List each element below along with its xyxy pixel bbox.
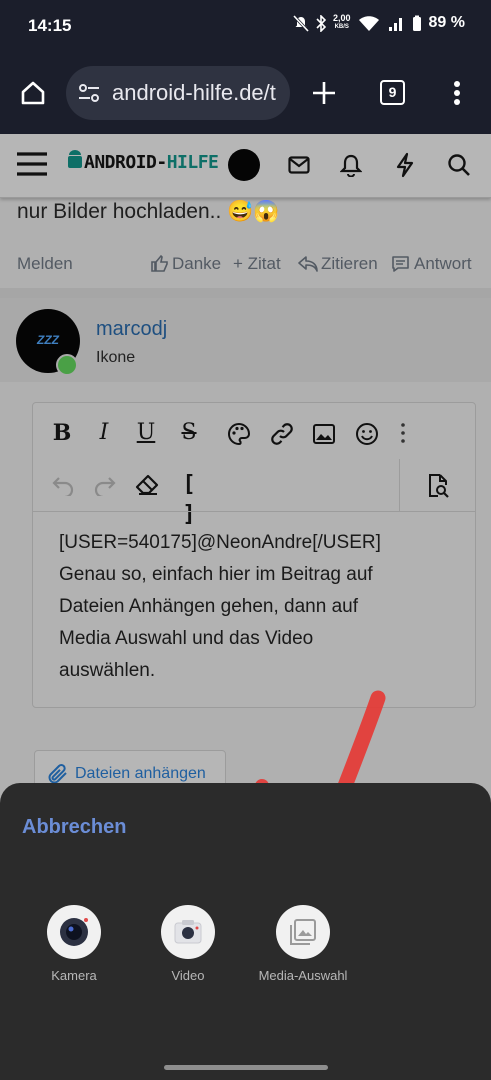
reply-icon[interactable] bbox=[391, 255, 410, 273]
avatar-text: ZZZ bbox=[37, 333, 59, 347]
link-icon[interactable] bbox=[270, 422, 294, 446]
hamburger-menu-icon[interactable] bbox=[17, 152, 47, 176]
gesture-navigation-handle[interactable] bbox=[164, 1065, 328, 1070]
editor-toolbar-row-1: B I U S bbox=[33, 403, 475, 457]
post-actions: Melden Danke + Zitat Zitieren Antwort bbox=[0, 254, 491, 276]
tab-switcher-button[interactable]: 9 bbox=[380, 80, 405, 105]
site-logo[interactable]: ANDROID-HILFE bbox=[84, 152, 219, 173]
net-speed: 2,00 KB/S bbox=[333, 14, 351, 32]
notifications-bell-icon[interactable] bbox=[340, 153, 362, 177]
url-text: android-hilfe.de/t bbox=[112, 80, 276, 105]
post-text: nur Bilder hochladen.. 😅😱 bbox=[17, 200, 280, 223]
net-speed-value: 2,00 bbox=[333, 13, 351, 23]
editor-line: Genau so, einfach hier im Beitrag auf bbox=[59, 564, 373, 585]
editor-text-area[interactable]: [USER=540175]@NeonAndre[/USER] Genau so,… bbox=[59, 527, 459, 687]
color-palette-icon[interactable] bbox=[227, 422, 251, 446]
android-logo-icon bbox=[68, 150, 82, 168]
cancel-button[interactable]: Abbrechen bbox=[22, 813, 126, 842]
battery-icon bbox=[412, 15, 421, 31]
header-avatar[interactable] bbox=[228, 149, 260, 181]
report-link[interactable]: Melden bbox=[17, 254, 73, 274]
reply-button[interactable]: Antwort bbox=[414, 254, 472, 274]
code-brackets-button[interactable]: [ ] bbox=[174, 470, 204, 527]
divider bbox=[0, 288, 491, 298]
undo-icon[interactable] bbox=[51, 474, 75, 496]
redo-icon[interactable] bbox=[93, 474, 117, 496]
file-source-bottom-sheet: Abbrechen Kamera Video Media-Auswahl bbox=[0, 783, 491, 1080]
camera-label: Kamera bbox=[51, 968, 97, 983]
preview-toggle[interactable] bbox=[399, 459, 475, 511]
attach-files-label: Dateien anhängen bbox=[75, 765, 206, 782]
site-settings-icon[interactable] bbox=[78, 83, 100, 103]
bold-button[interactable]: B bbox=[47, 418, 77, 448]
video-option[interactable]: Video bbox=[133, 905, 243, 983]
wifi-icon bbox=[358, 15, 379, 31]
editor-line: Dateien Anhängen gehen, dann auf bbox=[59, 596, 358, 617]
search-icon[interactable] bbox=[447, 153, 471, 177]
editor-line: [USER=540175]@NeonAndre[/USER] bbox=[59, 532, 381, 553]
online-status-icon bbox=[56, 354, 78, 376]
media-picker-label: Media-Auswahl bbox=[258, 968, 348, 983]
site-header: ANDROID-HILFE bbox=[0, 134, 491, 198]
message-editor: B I U S [ ] [USER=540175]@NeonAndre[/USE… bbox=[32, 402, 476, 708]
reply-user-block: ZZZ marcodj Ikone bbox=[0, 298, 491, 382]
video-label: Video bbox=[171, 968, 205, 983]
more-options-icon[interactable] bbox=[401, 423, 405, 443]
net-speed-unit: KB/S bbox=[334, 24, 349, 30]
camera-option[interactable]: Kamera bbox=[19, 905, 129, 983]
user-role: Ikone bbox=[96, 349, 136, 366]
lightning-icon[interactable] bbox=[395, 152, 415, 178]
logo-text-right: HILFE bbox=[166, 152, 219, 173]
url-bar[interactable]: android-hilfe.de/t bbox=[66, 66, 290, 120]
mute-notifications-icon bbox=[293, 14, 309, 32]
editor-line: auswählen. bbox=[59, 660, 156, 681]
status-icons: 2,00 KB/S 89 % bbox=[293, 14, 465, 32]
multi-quote-button[interactable]: + Zitat bbox=[233, 254, 281, 274]
quote-button[interactable]: Zitieren bbox=[321, 254, 378, 274]
logo-text-left: ANDROID- bbox=[84, 152, 167, 173]
strikethrough-button[interactable]: S bbox=[174, 418, 204, 448]
image-icon[interactable] bbox=[312, 423, 336, 445]
media-picker-option[interactable]: Media-Auswahl bbox=[248, 905, 358, 983]
eraser-icon[interactable] bbox=[135, 474, 159, 496]
status-bar: 14:15 2,00 KB/S 89 % bbox=[0, 0, 491, 52]
more-menu-icon[interactable] bbox=[453, 80, 461, 106]
home-icon[interactable] bbox=[19, 79, 47, 107]
mail-icon[interactable] bbox=[288, 156, 310, 174]
italic-button[interactable]: I bbox=[89, 418, 119, 448]
user-name[interactable]: marcodj bbox=[96, 318, 167, 341]
camera-icon bbox=[47, 905, 101, 959]
browser-toolbar: android-hilfe.de/t 9 bbox=[0, 52, 491, 134]
video-icon bbox=[161, 905, 215, 959]
battery-level: 89 % bbox=[428, 14, 465, 31]
editor-line: Media Auswahl und das Video bbox=[59, 628, 314, 649]
thumbs-up-icon[interactable] bbox=[150, 254, 169, 273]
new-tab-icon[interactable] bbox=[311, 80, 337, 106]
signal-icon bbox=[388, 17, 402, 31]
gallery-icon bbox=[276, 905, 330, 959]
quote-icon[interactable] bbox=[298, 255, 318, 273]
toolbar-divider bbox=[33, 511, 475, 512]
clock: 14:15 bbox=[28, 16, 72, 35]
like-button[interactable]: Danke bbox=[172, 254, 221, 274]
emoji-icon[interactable] bbox=[355, 422, 379, 446]
preview-icon bbox=[429, 474, 449, 498]
bluetooth-icon bbox=[316, 14, 326, 32]
underline-button[interactable]: U bbox=[131, 418, 161, 448]
